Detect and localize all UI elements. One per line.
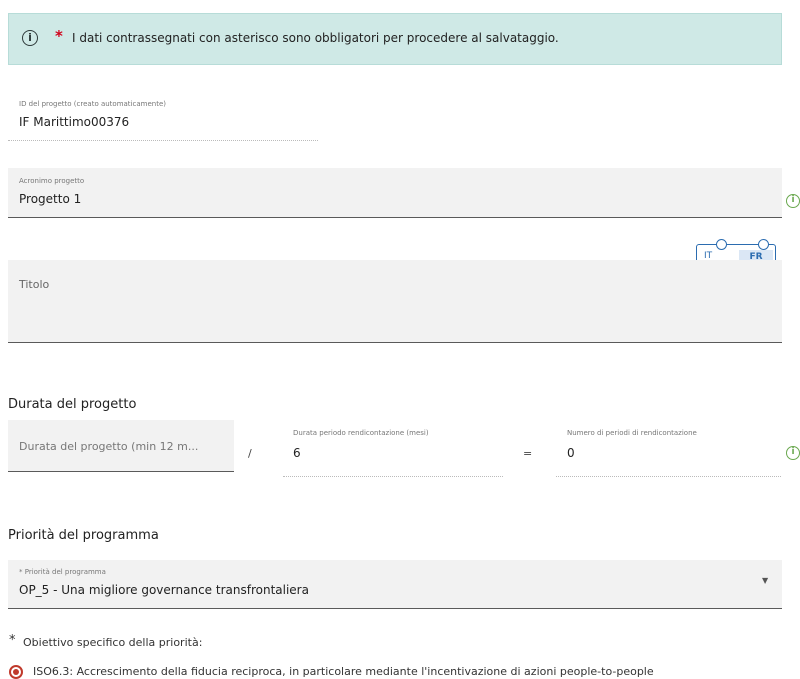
equals-sign: = [523,447,533,460]
duration-info-icon[interactable]: i [786,446,800,460]
reporting-period-value: 6 [293,446,301,460]
info-icon: i [22,30,38,46]
priority-select-label: * Priorità del programma [19,568,106,576]
reporting-count-divider [556,476,781,477]
priority-select-value[interactable]: OP_5 - Una migliore governance transfron… [19,583,309,597]
required-asterisk: * [9,633,16,648]
objective-option-text[interactable]: ISO6.3: Accrescimento della fiducia reci… [33,665,654,678]
project-id-value: IF Marittimo00376 [19,115,130,129]
acronym-info-icon[interactable]: i [786,194,800,208]
division-sign: / [248,447,252,460]
acronym-label: Acronimo progetto [19,177,85,185]
title-placeholder: Titolo [19,278,50,291]
objective-label: Obiettivo specifico della priorità: [23,636,203,649]
toggle-knob-icon [758,239,769,250]
reporting-period-divider [283,476,503,477]
duration-placeholder: Durata del progetto (min 12 m... [19,440,199,453]
reporting-period-label: Durata periodo rendicontazione (mesi) [293,429,429,437]
reporting-count-label: Numero di periodi di rendicontazione [567,429,697,437]
project-id-label: ID del progetto (creato automaticamente) [19,100,166,108]
duration-heading: Durata del progetto [8,397,137,412]
toggle-knob-icon [716,239,727,250]
priority-heading: Priorità del programma [8,528,159,543]
banner-text: I dati contrassegnati con asterisco sono… [72,31,559,45]
required-asterisk: * [55,27,63,45]
reporting-count-value: 0 [567,446,575,460]
project-id-divider [8,140,318,141]
title-textarea[interactable] [8,260,782,343]
acronym-input[interactable] [8,168,782,218]
acronym-value[interactable]: Progetto 1 [19,192,81,206]
dropdown-caret-icon[interactable]: ▼ [762,576,768,585]
